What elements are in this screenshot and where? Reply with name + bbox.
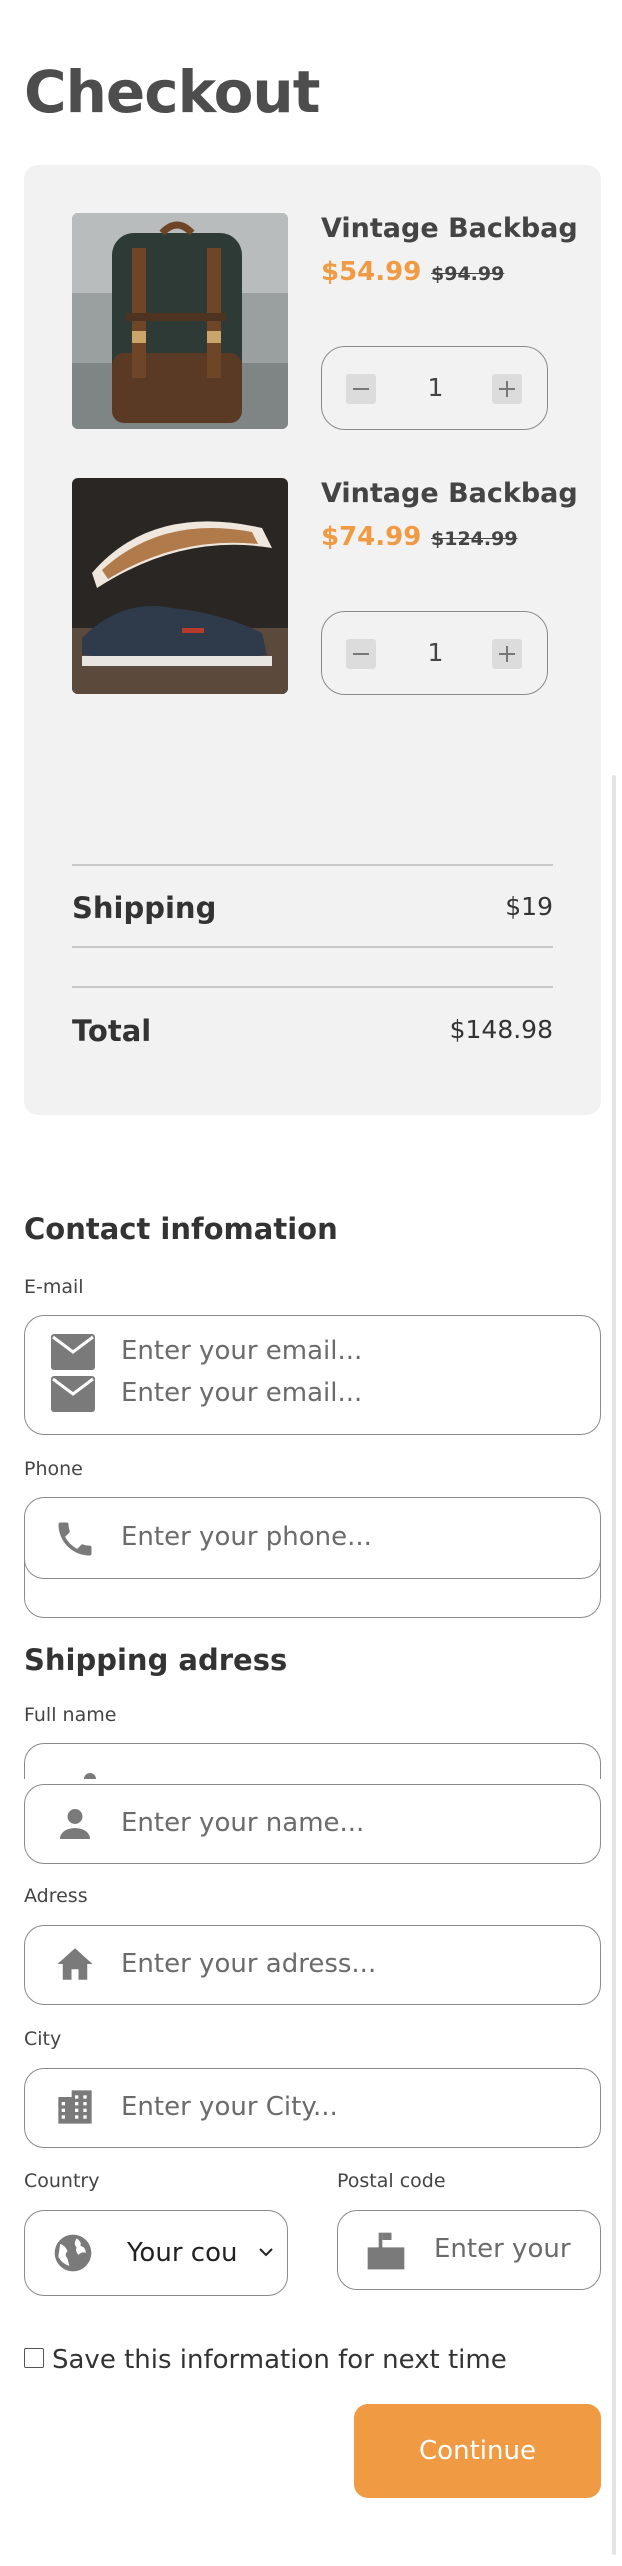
address-label: Adress — [24, 1885, 88, 1907]
increase-button[interactable] — [492, 374, 522, 404]
total-label: Total — [72, 1014, 152, 1048]
continue-button[interactable]: Continue — [354, 2404, 601, 2498]
city-field[interactable]: Enter your City... — [24, 2068, 601, 2148]
scrollbar[interactable] — [612, 775, 616, 2555]
phone-icon — [58, 1522, 92, 1556]
email-label: E-mail — [24, 1276, 84, 1298]
email-field[interactable]: Enter your email... Enter your email... — [24, 1315, 601, 1435]
product-name: Vintage Backbag — [321, 213, 578, 244]
product-image-backpack[interactable] — [72, 213, 288, 429]
mailbox-icon — [367, 2232, 405, 2270]
product-image-sneaker[interactable] — [72, 478, 288, 694]
email-placeholder: Enter your email... — [121, 1336, 363, 1366]
divider — [72, 986, 553, 988]
product-name: Vintage Backbag — [321, 478, 578, 509]
save-info-row: Save this information for next time — [24, 2345, 584, 2375]
phone-field[interactable]: Enter your phone... — [24, 1497, 601, 1579]
shipping-label: Shipping — [72, 891, 217, 925]
full-name-label: Full name — [24, 1704, 117, 1726]
full-name-placeholder: Enter your name... — [121, 1808, 365, 1838]
country-label: Country — [24, 2170, 100, 2192]
product-old-price: $124.99 — [431, 528, 518, 550]
postal-code-placeholder: Enter your — [434, 2234, 571, 2264]
building-icon — [58, 2090, 92, 2124]
full-name-field-duplicate[interactable] — [24, 1743, 601, 1779]
phone-placeholder: Enter your phone... — [121, 1522, 372, 1552]
phone-label: Phone — [24, 1458, 83, 1480]
plus-icon — [499, 646, 515, 662]
person-icon — [84, 1773, 96, 1779]
address-field[interactable]: Enter your adress... — [24, 1925, 601, 2005]
quantity-stepper: 1 — [321, 346, 548, 430]
save-info-label[interactable]: Save this information for next time — [52, 2345, 507, 2375]
mail-icon — [51, 1334, 95, 1370]
country-select[interactable]: Your cou — [24, 2210, 288, 2296]
home-icon — [57, 1948, 93, 1980]
postal-code-field[interactable]: Enter your — [337, 2210, 601, 2290]
product-old-price: $94.99 — [431, 263, 505, 285]
chevron-down-icon — [259, 2248, 273, 2257]
divider — [72, 946, 553, 948]
product-price: $74.99 — [321, 522, 422, 552]
quantity-stepper: 1 — [321, 611, 548, 695]
increase-button[interactable] — [492, 639, 522, 669]
address-placeholder: Enter your adress... — [121, 1949, 377, 1979]
divider — [72, 864, 553, 866]
globe-icon — [54, 2234, 92, 2272]
contact-section-title: Contact infomation — [24, 1212, 338, 1246]
mail-icon — [51, 1376, 95, 1412]
email-placeholder: Enter your email... — [121, 1378, 363, 1408]
city-label: City — [24, 2028, 62, 2050]
cart-summary: Vintage Backbag $54.99 $94.99 1 Vintage … — [24, 165, 601, 1115]
total-value: $148.98 — [449, 1015, 553, 1044]
shipping-value: $19 — [505, 892, 553, 921]
country-value: Your cou — [127, 2238, 238, 2268]
postal-code-label: Postal code — [337, 2170, 446, 2192]
shipping-section-title: Shipping adress — [24, 1643, 288, 1677]
page-title: Checkout — [24, 58, 320, 126]
full-name-field[interactable]: Enter your name... — [24, 1784, 601, 1864]
person-icon — [60, 1809, 90, 1839]
product-price: $54.99 — [321, 257, 422, 287]
plus-icon — [499, 381, 515, 397]
save-info-checkbox[interactable] — [24, 2348, 44, 2368]
city-placeholder: Enter your City... — [121, 2092, 338, 2122]
